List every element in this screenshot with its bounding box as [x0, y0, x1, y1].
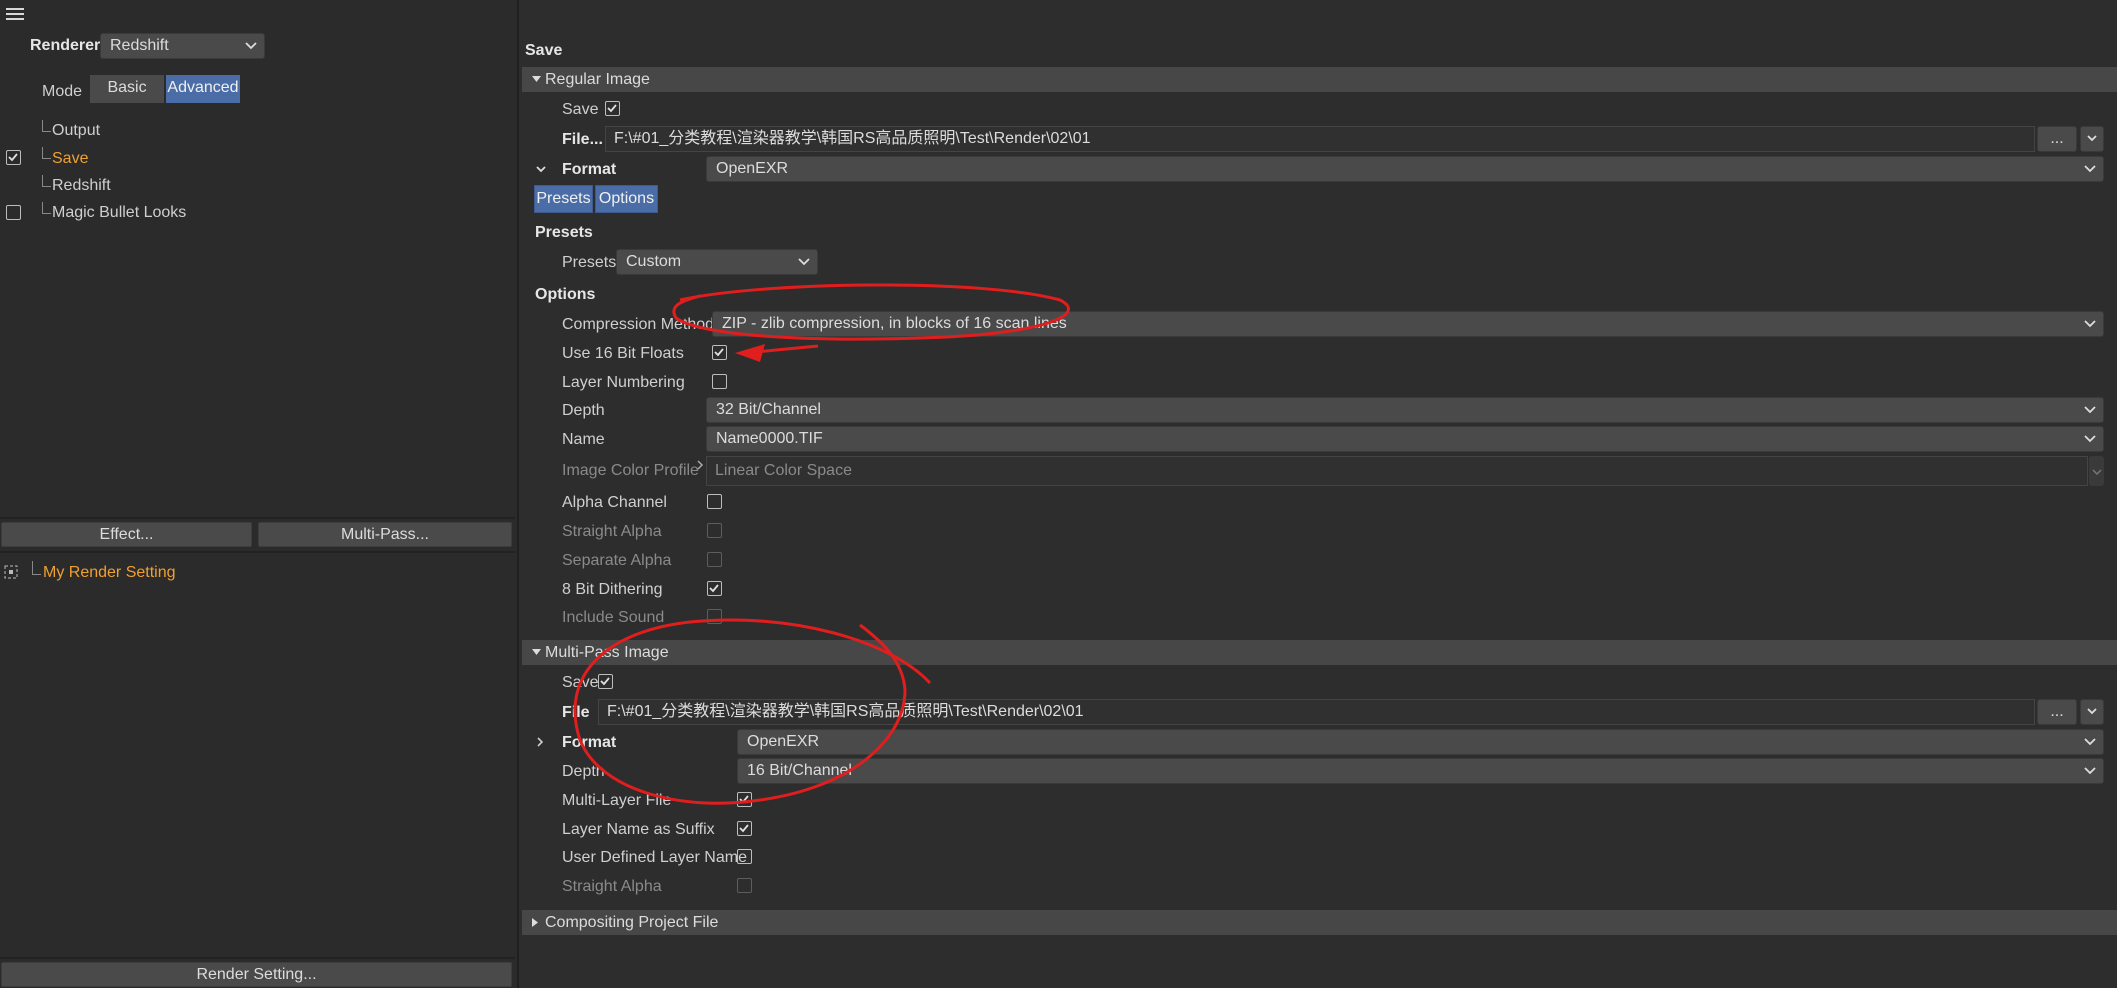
red-annotation-overlay [573, 283, 1070, 805]
